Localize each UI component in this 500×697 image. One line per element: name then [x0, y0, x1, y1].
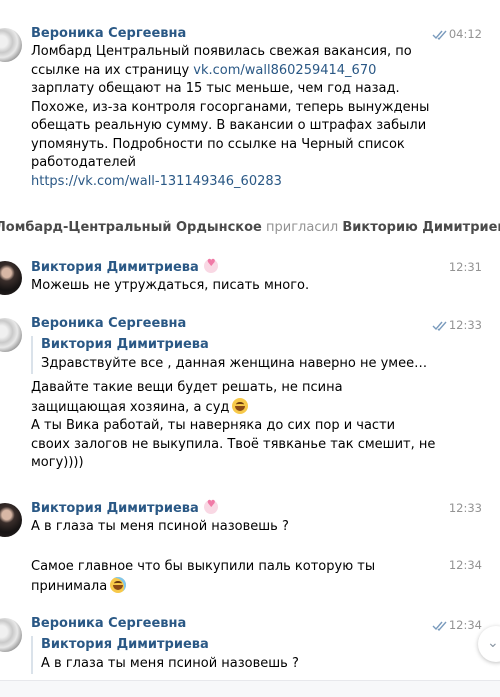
quote-text: А в глаза ты меня псиной назовешь ? [41, 656, 299, 671]
message-time[interactable]: 12:34 [449, 618, 482, 632]
text-fragment: принимала [31, 578, 108, 594]
text-line: защищающая хозяина, а суд [31, 397, 461, 418]
composer-area [0, 680, 500, 697]
chevron-down-icon: ⌄ [487, 635, 499, 651]
message-text: Самое главное что бы выкупили паль котор… [31, 558, 461, 596]
grinning-emoji-icon [232, 397, 249, 414]
text-line: упомянуть. Подробности по ссылке на Черн… [31, 136, 405, 152]
message-time[interactable]: 04:12 [449, 27, 482, 41]
message-text: Можешь не утруждаться, писать много. [31, 278, 310, 293]
message-text: Ломбард Центральный появилась свежая вак… [31, 43, 461, 191]
text-line: работодателей [31, 155, 136, 170]
service-verb: пригласил [261, 220, 343, 235]
avatar[interactable] [0, 503, 22, 537]
service-target[interactable]: Викторию Димитриеву [342, 220, 500, 235]
message-author[interactable]: Виктория Димитриева [31, 258, 218, 275]
message-author[interactable]: Вероника Сергеевна [31, 316, 186, 331]
text-line: ссылке на их страницу vk.com/wall8602594… [31, 62, 461, 81]
text-line: обещать реальную сумму. В вакансии о штр… [31, 118, 427, 133]
text-line: Похоже, из-за контроля госорганами, тепе… [31, 99, 430, 115]
author-name: Виктория Димитриева [31, 501, 199, 516]
message-time[interactable]: 12:33 [449, 501, 482, 515]
text-fragment: защищающая хозяина, а суд [31, 399, 230, 415]
message-author[interactable]: Вероника Сергеевна [31, 26, 186, 41]
text-line: своих залогов не выкупила. Твоё тявканье… [31, 436, 436, 452]
message-time[interactable]: 12:33 [449, 318, 482, 332]
avatar[interactable] [0, 261, 22, 295]
message-link[interactable]: https://vk.com/wall-131149346_60283 [31, 173, 461, 192]
quote-author[interactable]: Виктория Димитриева [41, 636, 441, 654]
service-message: Ломбард-Центральный Ордынское пригласил … [0, 220, 500, 235]
text-line: могу)))) [31, 455, 84, 470]
text-line: принимала [31, 576, 461, 597]
double-check-icon [432, 321, 447, 332]
quote-author[interactable]: Виктория Димитриева [41, 336, 441, 354]
forwarded-quote[interactable]: Виктория Димитриева Здравствуйте все , д… [31, 336, 441, 374]
avatar[interactable] [0, 318, 22, 352]
message-text: Давайте такие вещи будет решать, не псин… [31, 379, 461, 473]
text-line: Самое главное что бы выкупили паль котор… [31, 559, 376, 574]
avatar[interactable] [0, 28, 22, 62]
avatar[interactable] [0, 618, 22, 652]
scroll-down-button[interactable]: ⌄ [478, 626, 500, 662]
text-line: Ломбард Центральный появилась свежая вак… [31, 44, 412, 59]
message-author[interactable]: Виктория Димитриева [31, 499, 218, 516]
message-time[interactable]: 12:31 [449, 260, 482, 274]
text-line: Давайте такие вещи будет решать, не псин… [31, 380, 343, 395]
author-name: Виктория Димитриева [31, 260, 199, 275]
double-check-icon [432, 30, 447, 41]
service-actor[interactable]: Ломбард-Центральный Ордынское [0, 220, 262, 235]
double-check-icon [432, 621, 447, 632]
heart-emoji-icon [203, 258, 218, 273]
text-line: А ты Вика работай, ты наверняка до сих п… [31, 418, 396, 433]
forwarded-quote[interactable]: Виктория Димитриева А в глаза ты меня пс… [31, 636, 441, 674]
text-line: зарплату обещают на 15 тыс меньше, чем г… [31, 81, 400, 96]
message-text: А в глаза ты меня псиной назовешь ? [31, 519, 289, 534]
quote-text: Здравствуйте все , данная женщина наверн… [41, 356, 428, 371]
tears-of-joy-emoji-icon [110, 576, 127, 593]
text-fragment: ссылке на их страницу [31, 62, 194, 78]
message-author[interactable]: Вероника Сергеевна [31, 616, 186, 631]
heart-emoji-icon [203, 499, 218, 514]
inline-link[interactable]: vk.com/wall860259414_670 [193, 63, 376, 78]
